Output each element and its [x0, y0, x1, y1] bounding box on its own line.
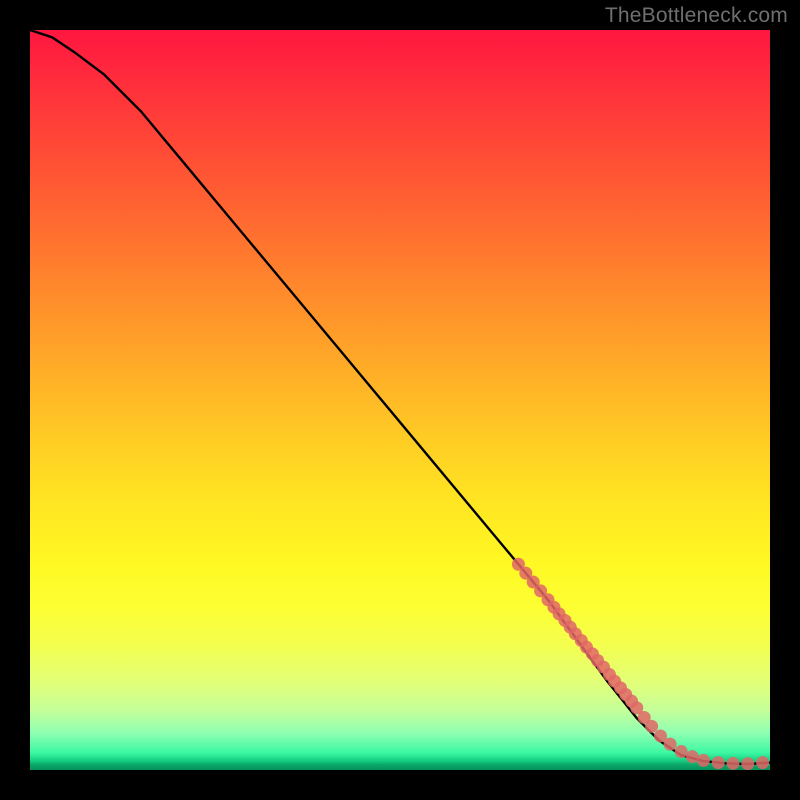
- data-marker: [697, 754, 710, 767]
- data-marker: [727, 757, 740, 770]
- bottleneck-curve: [30, 30, 770, 764]
- chart-svg: [30, 30, 770, 770]
- data-marker: [664, 738, 677, 751]
- data-marker: [645, 720, 658, 733]
- plot-area: [30, 30, 770, 770]
- data-marker: [712, 756, 725, 769]
- data-marker: [756, 756, 769, 769]
- attribution-text: TheBottleneck.com: [605, 4, 788, 28]
- data-marker: [675, 745, 688, 758]
- data-marker: [686, 750, 699, 763]
- data-markers: [512, 558, 769, 770]
- chart-stage: TheBottleneck.com: [0, 0, 800, 800]
- data-marker: [741, 757, 754, 770]
